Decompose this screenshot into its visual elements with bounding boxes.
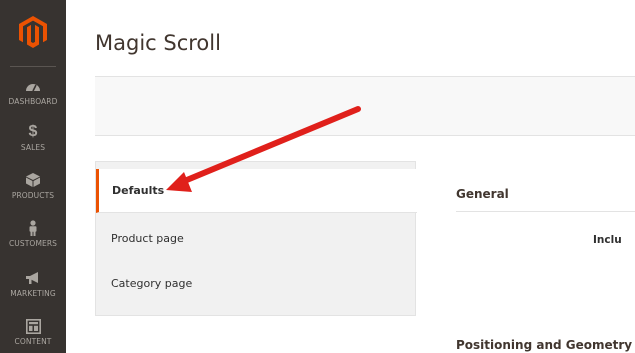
sidebar-item-sales[interactable]: $ SALES: [0, 122, 66, 170]
section-title-positioning[interactable]: Positioning and Geometry: [456, 338, 632, 352]
page-title: Magic Scroll: [95, 31, 221, 55]
sidebar-item-label: CUSTOMERS: [8, 239, 58, 248]
sidebar-item-label: PRODUCTS: [11, 191, 55, 200]
box-icon: [26, 170, 40, 190]
section-divider: [456, 211, 635, 212]
megaphone-icon: [25, 268, 41, 288]
section-title-general[interactable]: General: [456, 187, 509, 201]
logo-link[interactable]: [0, 0, 66, 64]
sidebar-item-label: DASHBOARD: [8, 97, 58, 106]
sidebar-item-label: CONTENT: [14, 337, 52, 346]
admin-sidebar: DASHBOARD $ SALES PRODUCTS CUSTOMERS MAR…: [0, 0, 66, 353]
tab-category-page[interactable]: Category page: [96, 261, 415, 305]
sidebar-item-marketing[interactable]: MARKETING: [0, 268, 66, 316]
speedometer-icon: [25, 76, 41, 96]
sidebar-item-customers[interactable]: CUSTOMERS: [0, 218, 66, 266]
tab-product-page[interactable]: Product page: [96, 216, 415, 260]
page-actions-bar: [95, 76, 635, 136]
sidebar-divider: [10, 66, 56, 67]
dollar-icon: $: [28, 123, 38, 140]
layout-icon: [25, 316, 41, 336]
sidebar-item-label: MARKETING: [10, 289, 56, 298]
sidebar-item-products[interactable]: PRODUCTS: [0, 170, 66, 218]
settings-tabs: Defaults Product page Category page: [95, 161, 417, 316]
magento-logo-icon: [19, 16, 47, 48]
person-icon: [28, 218, 38, 238]
sidebar-item-dashboard[interactable]: DASHBOARD: [0, 76, 66, 124]
sidebar-item-content[interactable]: CONTENT: [0, 316, 66, 353]
sidebar-item-label: SALES: [20, 143, 46, 152]
field-label-include: Inclu: [593, 234, 622, 246]
tab-defaults[interactable]: Defaults: [96, 169, 417, 213]
